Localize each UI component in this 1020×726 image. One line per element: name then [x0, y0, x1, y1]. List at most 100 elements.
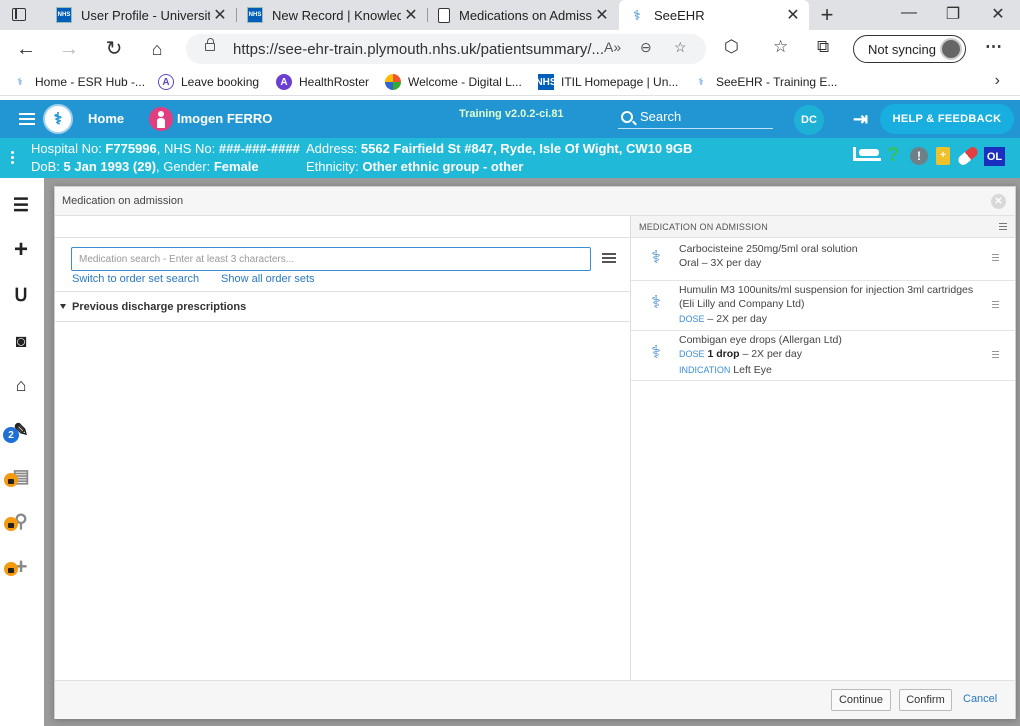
bookmark-home-esr[interactable]: ⚕ Home - ESR Hub -... [12, 74, 145, 90]
patient-name[interactable]: Imogen FERRO [177, 111, 272, 126]
window-close-button[interactable]: ✕ [986, 4, 1010, 24]
seeehr-icon: ⚕ [17, 76, 23, 88]
url-text[interactable]: https://see-ehr-train.plymouth.nhs.uk/pa… [233, 41, 604, 58]
home-button[interactable]: ⌂ [144, 36, 170, 62]
medication-name: Humulin M3 100units/ml suspension for in… [679, 284, 974, 310]
close-icon[interactable]: ✕ [783, 5, 803, 25]
dob: 5 Jan 1993 (29) [63, 159, 157, 174]
list-icon[interactable]: ☰ [10, 194, 32, 216]
medication-dose: DOSE – 2X per day [679, 313, 767, 325]
browser-tab-seeehr[interactable]: ⚕ SeeEHR ✕ [619, 0, 809, 30]
medication-item[interactable]: ⚕ Carbocisteine 250mg/5ml oral solution … [631, 238, 1015, 281]
seeehr-icon: ⚕ [698, 76, 704, 88]
menu-icon[interactable] [999, 223, 1007, 224]
search-icon [621, 110, 633, 123]
drag-handle-icon[interactable] [992, 254, 999, 255]
bookmark-leave-booking[interactable]: A Leave booking [158, 74, 259, 90]
stethoscope-icon[interactable]: ᑌ [10, 284, 32, 306]
list-icon[interactable] [602, 253, 616, 255]
forward-button[interactable]: → [56, 36, 82, 62]
modal-title: Medication on admission [62, 195, 184, 207]
medication-search-input[interactable] [71, 247, 591, 271]
tab-actions-icon[interactable] [12, 8, 26, 21]
camera-icon[interactable]: ◙ [10, 330, 32, 352]
add-icon[interactable]: + [10, 236, 32, 263]
ethnicity: Other ethnic group - other [362, 159, 524, 174]
seeehr-icon: ⚕ [633, 7, 641, 23]
bookmark-itil[interactable]: NHS ITIL Homepage | Un... [535, 74, 678, 90]
confirm-button[interactable]: Confirm [899, 689, 952, 711]
drag-handle-icon[interactable] [992, 301, 999, 302]
medication-on-admission-modal: Medication on admission ✕ Switch to orde… [54, 186, 1016, 719]
seeehr-logo[interactable]: ⚕ [43, 104, 73, 134]
help-feedback-button[interactable]: HELP & FEEDBACK [880, 104, 1014, 134]
read-aloud-icon[interactable]: A» [604, 39, 621, 55]
close-icon[interactable]: ✕ [592, 5, 612, 25]
caret-down-icon [60, 304, 66, 309]
nhs-icon: NHS [56, 7, 72, 23]
search-field[interactable]: Search [618, 105, 773, 129]
chevron-right-icon[interactable]: › [995, 72, 1000, 90]
logout-icon[interactable]: ⇥ [853, 109, 868, 130]
tab-title: SeeEHR [654, 7, 705, 23]
more-icon[interactable]: ⋯ [985, 37, 1002, 57]
continue-button[interactable]: Continue [831, 689, 891, 711]
favorite-add-icon[interactable]: ☆ [674, 39, 687, 56]
pill-icon[interactable] [956, 145, 980, 167]
browser-tab-user-profile[interactable]: NHS User Profile - University ✕ [46, 0, 236, 30]
avatar [940, 38, 962, 60]
training-version: Training v2.0.2-ci.81 [459, 108, 564, 120]
favorites-icon[interactable]: ☆ [773, 37, 788, 57]
back-button[interactable]: ← [13, 36, 39, 62]
profile-sync-button[interactable]: Not syncing [853, 35, 966, 63]
extensions-icon[interactable]: ⬡ [724, 37, 739, 57]
close-icon[interactable]: ✕ [991, 194, 1006, 209]
bed-icon[interactable] [853, 147, 881, 161]
bookmark-welcome-digital[interactable]: Welcome - Digital L... [385, 74, 522, 90]
previous-discharge-toggle[interactable]: Previous discharge prescriptions [55, 292, 630, 322]
label: Ethnicity: [306, 159, 363, 174]
bookmark-healthroster[interactable]: A HealthRoster [276, 74, 369, 90]
caduceus-icon: ⚕ [651, 247, 661, 267]
alert-icon[interactable]: ! [910, 147, 928, 165]
medication-list-pane: MEDICATION ON ADMISSION ⚕ Carbocisteine … [631, 216, 1015, 680]
a-icon: A [158, 74, 174, 90]
hospital-icon[interactable]: ⌂ [10, 374, 32, 396]
browser-tab-new-record[interactable]: NHS New Record | Knowledg ✕ [237, 0, 427, 30]
minimize-button[interactable]: — [897, 4, 921, 22]
home-link[interactable]: Home [88, 111, 124, 126]
address-bar[interactable]: https://see-ehr-train.plymouth.nhs.uk/pa… [186, 34, 706, 64]
document-icon [438, 7, 450, 23]
cancel-link[interactable]: Cancel [963, 693, 997, 705]
close-icon[interactable]: ✕ [210, 5, 230, 25]
female-patient-icon [149, 107, 173, 131]
bookmark-label: Leave booking [181, 75, 260, 89]
medication-item[interactable]: ⚕ Humulin M3 100units/ml suspension for … [631, 281, 1015, 331]
user-avatar[interactable]: DC [794, 105, 824, 135]
ol-badge[interactable]: OL [984, 147, 1005, 166]
clipboard-icon[interactable]: + [936, 147, 950, 165]
switch-order-set-link[interactable]: Switch to order set search [72, 273, 199, 285]
bookmark-seeehr-training[interactable]: ⚕ SeeEHR - Training E... [693, 74, 837, 90]
banner-menu-icon[interactable] [11, 151, 14, 154]
question-icon[interactable]: ? [887, 144, 899, 167]
drag-handle-icon[interactable] [992, 351, 999, 352]
search-label: Search [640, 109, 682, 124]
show-all-order-sets-link[interactable]: Show all order sets [221, 273, 315, 285]
new-tab-button[interactable]: + [816, 2, 838, 28]
browser-tab-medications[interactable]: Medications on Admiss ✕ [428, 0, 618, 30]
medication-item[interactable]: ⚕ Combigan eye drops (Allergan Ltd) DOSE… [631, 331, 1015, 381]
zoom-icon[interactable]: ⊖ [640, 39, 652, 56]
menu-icon[interactable] [19, 113, 35, 115]
bookmark-label: Home - ESR Hub -... [35, 75, 146, 89]
close-icon[interactable]: ✕ [401, 5, 421, 25]
lock-icon[interactable] [205, 38, 215, 51]
side-nav: ☰ + ᑌ ◙ ⌂ ✎ 2 ▤ ⚲ + [0, 178, 44, 726]
restore-button[interactable]: ❐ [941, 4, 965, 24]
collections-icon[interactable]: ⧉ [817, 37, 829, 57]
dose-frequency: – 2X per day [704, 313, 767, 325]
a-purple-icon: A [276, 74, 292, 90]
hospital-number: F775996 [105, 141, 157, 156]
nhs-icon: NHS [247, 7, 263, 23]
refresh-button[interactable]: ↻ [101, 36, 127, 62]
